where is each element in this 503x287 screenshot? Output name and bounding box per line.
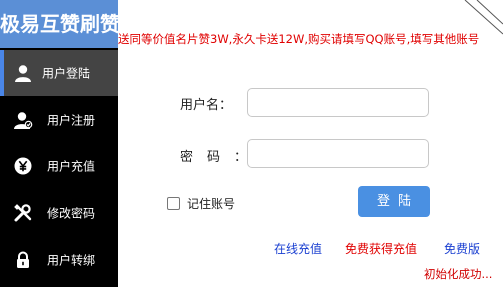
password-label: 密码：: [180, 146, 247, 165]
tools-icon: [13, 203, 33, 223]
password-label-colon: ：: [234, 150, 248, 165]
active-indicator: [0, 50, 4, 96]
login-button[interactable]: 登陆: [358, 186, 430, 217]
username-label: 用户名：: [180, 98, 233, 113]
user-register-icon: [13, 110, 33, 130]
password-field[interactable]: [247, 139, 429, 168]
sidebar-item-label: 修改密码: [47, 206, 96, 221]
remember-label: 记住账号: [187, 197, 236, 211]
lock-icon: [13, 250, 33, 270]
scrolling-notice: 送同等价值名片赞3W,永久卡送12W,购买请填写QQ账号,填写其他账号: [118, 32, 480, 46]
free-version-link[interactable]: 免费版: [444, 240, 480, 257]
status-text: 初始化成功...: [424, 267, 493, 281]
free-recharge-link[interactable]: 免费获得充值: [345, 240, 417, 257]
remember-account-option[interactable]: 记住账号: [167, 195, 235, 212]
password-label-text: 密码: [180, 150, 235, 165]
app-title: 极易互赞刷赞: [0, 0, 120, 48]
sidebar-item-label: 用户登陆: [42, 66, 91, 81]
sidebar-item-recharge[interactable]: 用户充值: [0, 143, 118, 189]
sidebar-item-label: 用户注册: [47, 113, 96, 128]
sidebar-item-label: 用户充值: [47, 159, 96, 174]
sidebar-item-label: 用户转绑: [47, 253, 96, 268]
sidebar-item-login[interactable]: 用户登陆: [0, 50, 118, 96]
sidebar-item-register[interactable]: 用户注册: [0, 97, 118, 143]
sidebar: 极易互赞刷赞 用户登陆 用户注册 用户充值 修改密码 用户转绑: [0, 0, 120, 287]
remember-checkbox[interactable]: [167, 197, 180, 210]
online-recharge-link[interactable]: 在线充值: [274, 240, 322, 257]
sidebar-item-change-password[interactable]: 修改密码: [0, 190, 118, 236]
user-icon: [13, 63, 33, 83]
yen-icon: [13, 156, 33, 176]
username-field[interactable]: [247, 88, 429, 117]
sidebar-item-rebind[interactable]: 用户转绑: [0, 237, 118, 283]
